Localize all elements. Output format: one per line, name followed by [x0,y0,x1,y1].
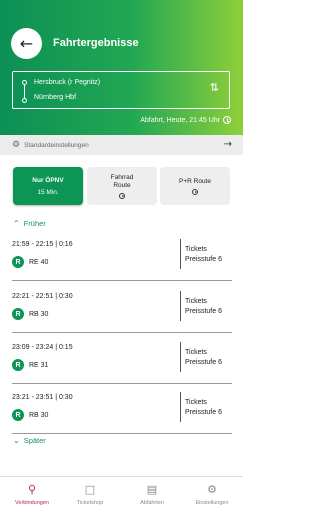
clock-icon [223,116,231,124]
tariff-label: Preisstufe 6 [185,409,222,416]
nav-label: Einstellungen [195,500,229,506]
line-name: RE 31 [29,361,49,369]
line-name: RB 30 [29,411,49,419]
line-name: RB 30 [29,310,49,318]
departure-label: Abfahrt, Heute, 21:45 Uhr [140,116,220,124]
route-to[interactable]: Nürnberg Hbf [34,94,76,101]
arrow-right-icon: → [223,139,232,150]
earlier-label: Früher [23,219,46,228]
tariff-label: Preisstufe 6 [185,256,222,263]
route-box[interactable]: Hersbruck (r Pegnitz) Nürnberg Hbf ⇅ [12,71,230,109]
tab-public-transport[interactable]: Nur ÖPNV 15 Min. [13,167,83,205]
route-from[interactable]: Hersbruck (r Pegnitz) [34,79,100,86]
route-dots-icon [22,80,28,104]
settings-label: Standardeinstellungen [24,141,89,149]
tickets-button[interactable]: Tickets Preisstufe 6 [185,245,222,265]
back-button[interactable]: ← [11,28,42,59]
tab-park-ride-route[interactable]: P+R Route [160,167,230,205]
nav-departures[interactable]: ▤ Abfahrten [127,483,177,507]
tab-duration: 15 Min. [37,188,59,196]
tariff-label: Preisstufe 6 [185,359,222,366]
row-divider [12,383,232,384]
tab-label: Fahrrad Route [110,173,134,189]
row-divider [12,433,232,434]
line-name: RE 40 [29,258,49,266]
tariff-label: Preisstufe 6 [185,308,222,315]
trip-line: R RE 31 [12,359,48,371]
row-divider [12,332,232,333]
chevron-up-icon: ⌃ [13,219,20,228]
page-title: Fahrtergebnisse [53,37,139,49]
departure-time[interactable]: Abfahrt, Heute, 21:45 Uhr [140,116,231,124]
trip-line: R RE 40 [12,256,48,268]
row-divider [12,280,232,281]
tab-bike-route[interactable]: Fahrrad Route [87,167,157,205]
divider [180,392,181,422]
later-label: Später [23,436,46,445]
gear-icon: ⚙ [12,140,21,150]
tickets-label: Tickets [185,399,207,406]
bottom-navigation: ⚲ Verbindungen □ Ticketshop ▤ Abfahrten … [0,476,243,512]
tickets-button[interactable]: Tickets Preisstufe 6 [185,297,222,317]
trip-line: R RB 30 [12,308,48,320]
settings-bar[interactable]: ⚙ Standardeinstellungen → [0,135,243,155]
trip-row[interactable]: 21:59 - 22:15 | 0:16 R RE 40 Tickets Pre… [12,237,232,281]
tickets-button[interactable]: Tickets Preisstufe 6 [185,348,222,368]
chevron-down-icon: ⌄ [13,436,20,445]
trip-row[interactable]: 23:09 - 23:24 | 0:15 R RE 31 Tickets Pre… [12,340,232,384]
nav-ticketshop[interactable]: □ Ticketshop [65,483,115,507]
trip-row[interactable]: 23:21 - 23:51 | 0:30 R RB 30 Tickets Pre… [12,390,232,434]
play-icon [192,188,198,195]
tab-label: P+R Route [179,177,211,185]
swap-icon[interactable]: ⇅ [210,82,219,93]
nav-label: Ticketshop [76,500,104,506]
later-link[interactable]: ⌄ Später [13,436,46,445]
tickets-label: Tickets [185,298,207,305]
nav-settings[interactable]: ⚙ Einstellungen [187,483,237,507]
divider [180,239,181,269]
regional-train-icon: R [12,409,24,421]
tickets-button[interactable]: Tickets Preisstufe 6 [185,398,222,418]
tab-label: Nur ÖPNV [32,176,64,184]
divider [180,342,181,372]
regional-train-icon: R [12,256,24,268]
divider [180,291,181,321]
play-icon [119,192,125,199]
nav-label: Abfahrten [140,500,164,506]
trip-line: R RB 30 [12,409,48,421]
tickets-label: Tickets [185,246,207,253]
regional-train-icon: R [12,308,24,320]
trip-row[interactable]: 22:21 - 22:51 | 0:30 R RB 30 Tickets Pre… [12,289,232,333]
nav-label: Verbindungen [15,500,49,506]
header-banner: ← Fahrtergebnisse Hersbruck (r Pegnitz) … [0,0,243,140]
tickets-label: Tickets [185,349,207,356]
trip-time: 23:21 - 23:51 | 0:30 [12,394,73,401]
gear-icon: ⚙ [207,483,217,496]
earlier-link[interactable]: ⌃ Früher [13,219,46,228]
trip-time: 22:21 - 22:51 | 0:30 [12,293,73,300]
regional-train-icon: R [12,359,24,371]
bus-icon: ▤ [146,483,158,496]
arrow-left-icon: ← [19,33,34,53]
map-search-icon: ⚲ [27,483,37,496]
nav-connections[interactable]: ⚲ Verbindungen [7,483,57,507]
trip-time: 21:59 - 22:15 | 0:16 [12,241,73,248]
trip-time: 23:09 - 23:24 | 0:15 [12,344,73,351]
ticket-icon: □ [84,483,96,496]
